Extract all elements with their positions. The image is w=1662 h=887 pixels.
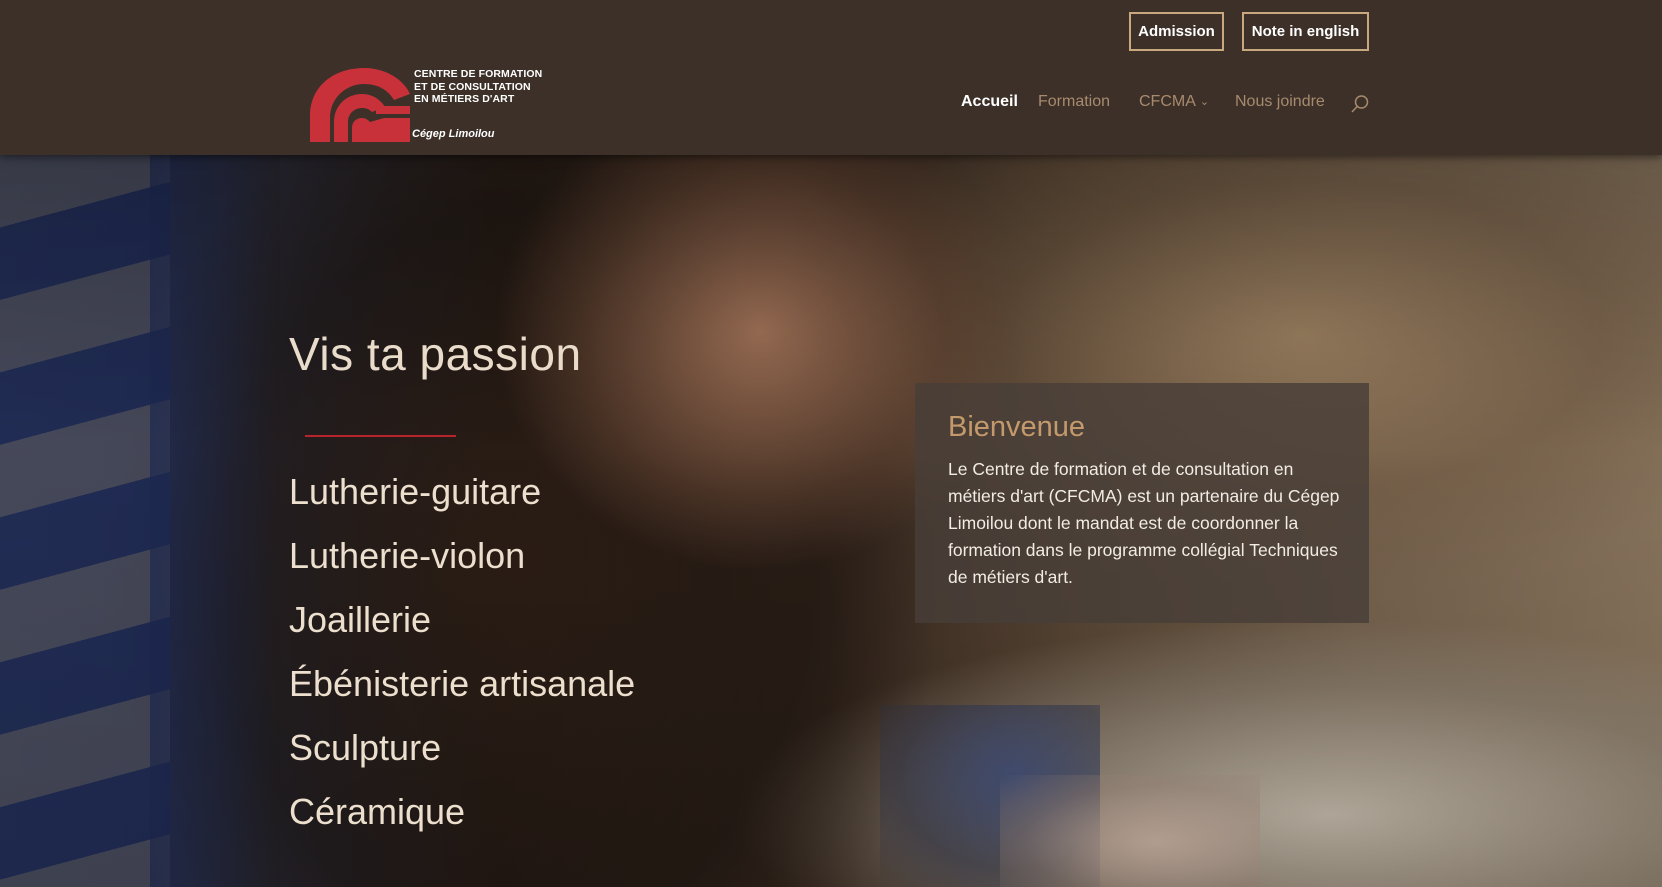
search-icon[interactable]	[1350, 94, 1370, 114]
program-link-joaillerie[interactable]: Joaillerie	[289, 599, 431, 641]
site-logo[interactable]: CENTRE DE FORMATION ET DE CONSULTATION E…	[306, 66, 542, 146]
hero-divider	[305, 435, 456, 437]
nav-item-formation[interactable]: Formation	[1038, 93, 1110, 111]
nav-item-nous-joindre[interactable]: Nous joindre	[1235, 93, 1325, 111]
chevron-down-icon: ⌄	[1199, 96, 1210, 108]
program-link-lutherie-violon[interactable]: Lutherie-violon	[289, 535, 525, 577]
program-link-lutherie-guitare[interactable]: Lutherie-guitare	[289, 471, 541, 513]
welcome-text: Le Centre de formation et de consultatio…	[948, 459, 1340, 587]
welcome-box: Bienvenue Le Centre de formation et de c…	[915, 383, 1369, 623]
program-link-ebenisterie[interactable]: Ébénisterie artisanale	[289, 663, 635, 705]
program-link-sculpture[interactable]: Sculpture	[289, 727, 441, 769]
nav-item-cfcma-label: CFCMA	[1139, 93, 1196, 110]
nav-item-cfcma[interactable]: CFCMA ⌄	[1139, 93, 1209, 111]
program-link-ceramique[interactable]: Céramique	[289, 791, 465, 833]
hero-title: Vis ta passion	[289, 328, 582, 380]
hero-banner: Vis ta passion Lutherie-guitare Lutherie…	[0, 155, 1662, 887]
english-note-button[interactable]: Note in english	[1242, 12, 1369, 51]
nav-item-accueil[interactable]: Accueil	[961, 93, 1018, 111]
logo-text: CENTRE DE FORMATION ET DE CONSULTATION E…	[414, 68, 543, 105]
cfcma-logo-mark-icon	[310, 68, 410, 142]
site-header: Admission Note in english CENTRE DE FORM…	[0, 0, 1662, 155]
welcome-title: Bienvenue	[948, 411, 1086, 443]
logo-subtitle: Cégep Limoilou	[412, 128, 495, 140]
admission-button[interactable]: Admission	[1129, 12, 1224, 51]
